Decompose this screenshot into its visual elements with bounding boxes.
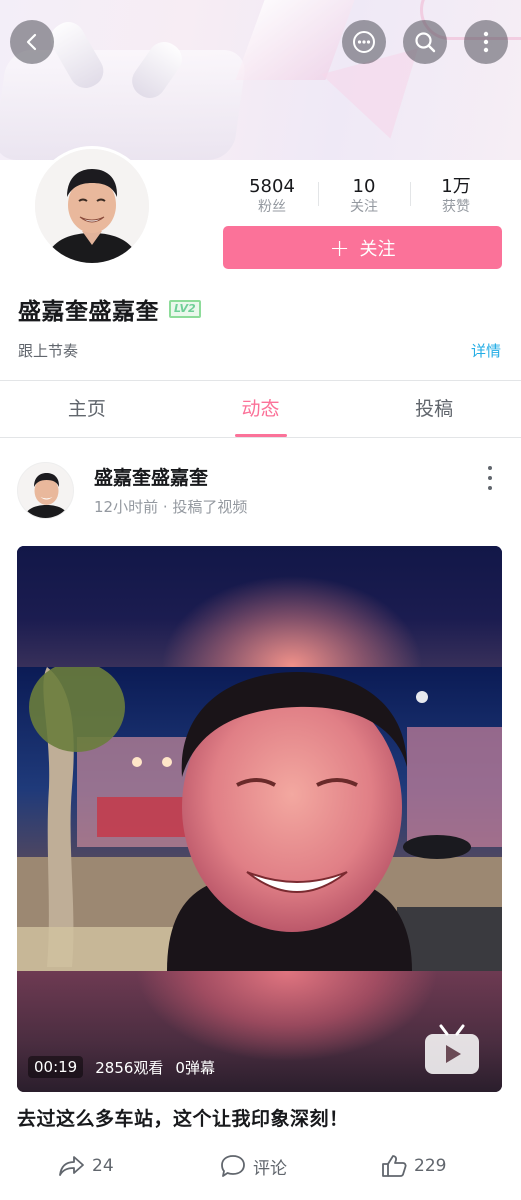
plus-icon: + (329, 233, 350, 262)
avatar-photo (35, 149, 149, 263)
username-row: 盛嘉奎盛嘉奎 LV2 (18, 292, 201, 326)
stat-value: 10 (352, 176, 376, 197)
stat-value: 5804 (249, 176, 295, 197)
search-button[interactable] (403, 20, 447, 64)
back-button[interactable] (10, 20, 54, 64)
bilibili-tv-play-icon (425, 1024, 479, 1074)
tab-home[interactable]: 主页 (0, 381, 174, 437)
video-blur-top (17, 546, 502, 667)
banner-decoration (235, 0, 355, 80)
stat-fans[interactable]: 5804 粉丝 (226, 176, 318, 220)
level-badge: LV2 (169, 300, 201, 318)
thumbs-up-icon (382, 1155, 407, 1177)
banner-decoration (0, 50, 248, 160)
username: 盛嘉奎盛嘉奎 (18, 299, 159, 325)
more-menu-button[interactable] (464, 20, 508, 64)
comment-icon (221, 1155, 245, 1177)
chevron-left-icon (26, 33, 37, 51)
share-count: 24 (92, 1156, 114, 1176)
comment-label: 评论 (253, 1158, 287, 1179)
stat-label: 获赞 (442, 199, 470, 215)
signature: 跟上节奏 (18, 342, 79, 360)
stat-label: 关注 (350, 199, 378, 215)
stat-label: 粉丝 (258, 199, 286, 215)
video-duration: 00:19 (28, 1056, 84, 1078)
vertical-ellipsis-icon (483, 31, 489, 53)
like-count: 229 (414, 1156, 447, 1176)
video-stats: 00:19 2856观看 0弹幕 (28, 1052, 215, 1082)
post-actions: 24 评论 229 (0, 1148, 521, 1184)
tab-dynamics[interactable]: 动态 (174, 381, 348, 437)
divider (0, 437, 521, 438)
video-thumbnail (17, 667, 502, 971)
video-card[interactable]: 00:19 2856观看 0弹幕 (17, 546, 502, 1092)
video-danmaku: 0弹幕 (175, 1058, 215, 1077)
post-author-name[interactable]: 盛嘉奎盛嘉奎 (94, 463, 208, 490)
stat-value: 1万 (441, 176, 471, 197)
post-title[interactable]: 去过这么多车站，这个让我印象深刻！ (17, 1104, 349, 1131)
stat-following[interactable]: 10 关注 (318, 176, 410, 220)
detail-link[interactable]: 详情 (471, 340, 501, 361)
profile-tabs: 主页 动态 投稿 (0, 381, 521, 437)
tab-uploads[interactable]: 投稿 (347, 381, 521, 437)
profile-banner (0, 0, 521, 160)
banner-decoration (321, 48, 439, 152)
share-icon (59, 1156, 84, 1176)
comment-button[interactable]: 评论 (219, 1148, 287, 1184)
chat-bubble-more-icon (353, 31, 375, 53)
post-author-avatar[interactable] (17, 462, 74, 519)
thumbnail-image (17, 667, 502, 971)
post-more-icon[interactable] (480, 466, 500, 490)
profile-avatar[interactable] (32, 146, 152, 266)
share-button[interactable]: 24 (58, 1148, 114, 1184)
post-meta: 12小时前 · 投稿了视频 (94, 498, 248, 516)
stat-likes[interactable]: 1万 获赞 (410, 176, 502, 220)
follow-label: 关注 (359, 238, 396, 260)
video-views: 2856观看 (95, 1058, 164, 1077)
avatar-photo (18, 463, 73, 518)
search-icon (415, 32, 436, 53)
profile-stats: 5804 粉丝 10 关注 1万 获赞 (226, 176, 502, 220)
message-button[interactable] (342, 20, 386, 64)
like-button[interactable]: 229 (380, 1148, 446, 1184)
follow-button[interactable]: + 关注 (223, 226, 502, 269)
avatar (35, 149, 149, 263)
